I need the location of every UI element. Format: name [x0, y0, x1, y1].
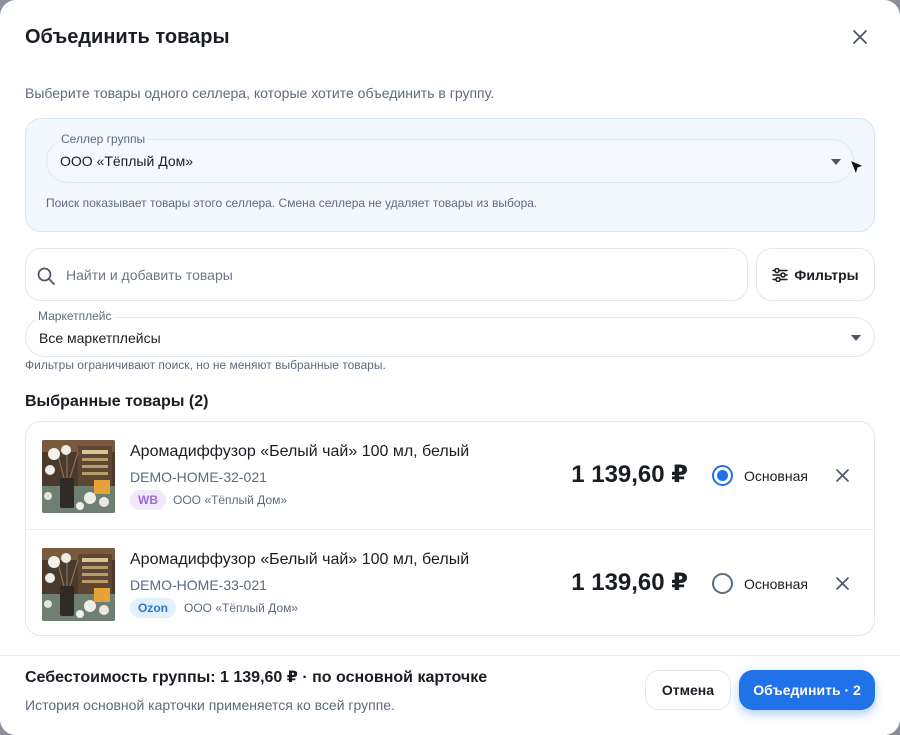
marketplace-badge: Ozon [130, 598, 176, 618]
selected-products-title: Выбранные товары (2) [25, 393, 209, 410]
chevron-down-icon [851, 335, 861, 341]
product-price: 1 139,60 ₽ [571, 461, 688, 488]
group-cost-note: История основной карточки применяется ко… [25, 697, 395, 713]
remove-item-button[interactable] [832, 465, 852, 485]
product-sku: DEMO-HOME-33-021 [130, 577, 267, 593]
list-item: Аромадиффузор «Белый чай» 100 мл, белый … [26, 422, 874, 529]
close-icon [853, 30, 867, 44]
marketplace-select-value: Все маркетплейсы [39, 330, 161, 346]
modal-subtitle: Выберите товары одного селлера, которые … [25, 85, 495, 101]
selected-products-list: Аромадиффузор «Белый чай» 100 мл, белый … [25, 421, 875, 636]
close-button[interactable] [849, 26, 871, 48]
list-item: Аромадиффузор «Белый чай» 100 мл, белый … [26, 529, 874, 635]
search-box [25, 248, 748, 301]
filters-button[interactable]: Фильтры [756, 248, 875, 301]
remove-icon [835, 468, 849, 482]
remove-item-button[interactable] [832, 573, 852, 593]
primary-radio-label[interactable]: Основная [744, 576, 808, 592]
product-thumbnail [42, 548, 115, 621]
remove-icon [835, 576, 849, 590]
product-sku: DEMO-HOME-32-021 [130, 469, 267, 485]
seller-hint: Поиск показывает товары этого селлера. С… [46, 196, 538, 210]
marketplace-select-label: Маркетплейс [36, 309, 114, 323]
search-input[interactable] [66, 259, 726, 291]
primary-radio-label[interactable]: Основная [744, 468, 808, 484]
primary-radio[interactable] [712, 465, 733, 486]
merge-products-modal: Объединить товары Выберите товары одного… [0, 0, 900, 735]
marketplace-select[interactable]: Все маркетплейсы [25, 317, 875, 357]
product-thumbnail [42, 440, 115, 513]
product-seller: ООО «Тёплый Дом» [173, 493, 288, 507]
search-icon [37, 267, 55, 285]
seller-select-value: ООО «Тёплый Дом» [60, 153, 194, 169]
product-seller: ООО «Тёплый Дом» [184, 601, 299, 615]
product-name: Аромадиффузор «Белый чай» 100 мл, белый [130, 551, 470, 568]
modal-footer: Себестоимость группы: 1 139,60 ₽ · по ос… [0, 655, 900, 735]
sliders-icon [772, 267, 789, 282]
primary-radio[interactable] [712, 573, 733, 594]
filters-button-label: Фильтры [794, 266, 859, 283]
seller-select-label: Селлер группы [60, 132, 147, 146]
modal-title: Объединить товары [25, 26, 230, 48]
product-price: 1 139,60 ₽ [571, 569, 688, 596]
marketplace-badge: WB [130, 490, 166, 510]
chevron-down-icon [831, 159, 841, 165]
modal-header: Объединить товары [25, 24, 875, 50]
cancel-button[interactable]: Отмена [645, 670, 731, 710]
seller-select[interactable]: ООО «Тёплый Дом» [46, 139, 854, 183]
marketplace-hint: Фильтры ограничивают поиск, но не меняют… [25, 358, 386, 372]
seller-card: Селлер группы ООО «Тёплый Дом» Поиск пок… [25, 118, 875, 232]
cursor-icon [849, 159, 865, 176]
group-cost-summary: Себестоимость группы: 1 139,60 ₽ · по ос… [25, 669, 488, 686]
product-name: Аромадиффузор «Белый чай» 100 мл, белый [130, 443, 470, 460]
merge-button[interactable]: Объединить · 2 [739, 670, 875, 710]
